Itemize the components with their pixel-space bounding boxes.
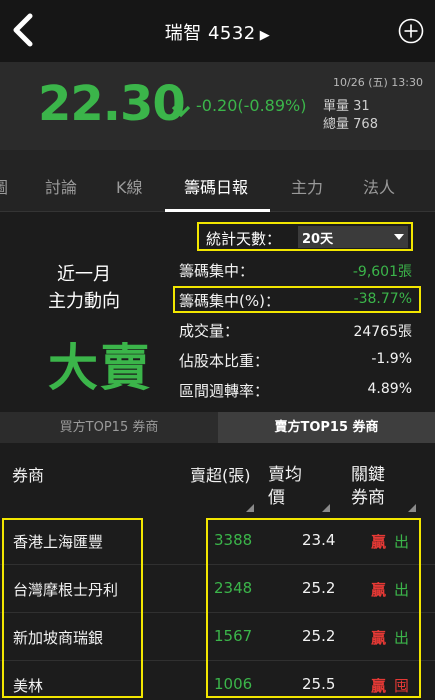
total-volume-value: 768 [353, 117, 378, 132]
tab-institutional[interactable]: 法人 [363, 174, 395, 198]
plus-circle-icon[interactable] [398, 18, 424, 44]
stat-label-concentration-pct: 籌碼集中(%)： [179, 292, 280, 310]
stock-code: 4532 [207, 23, 256, 44]
app-header: 瑞智 4532 ▶ [0, 0, 435, 62]
col-avg-line2[interactable]: 價 [268, 483, 285, 508]
col-key-line1[interactable]: 關鍵 [351, 460, 385, 485]
segment-buy-top15[interactable]: 買方TOP15 券商 [0, 412, 218, 443]
days-dropdown-value[interactable]: 20天 [302, 228, 333, 247]
highlight-box [2, 518, 143, 698]
total-volume: 總量 768 [323, 113, 378, 132]
sort-icon [408, 504, 416, 512]
caret-down-icon[interactable] [394, 234, 404, 240]
stat-label-concentration: 籌碼集中： [179, 262, 255, 280]
tab-bar: 圖 討論 K線 籌碼日報 主力 法人 [0, 150, 435, 212]
stat-value-turnover: 4.89% [367, 381, 412, 397]
quote-datetime: 10/26 (五) 13:30 [333, 76, 423, 89]
table-header: 券商 賣超(張) 賣均 價 關鍵 券商 [0, 443, 435, 515]
stat-label-volume: 成交量： [179, 322, 240, 340]
tab-discussion[interactable]: 討論 [45, 174, 77, 198]
segment-sell-top15[interactable]: 賣方TOP15 券商 [218, 412, 435, 443]
broker-segment: 買方TOP15 券商 賣方TOP15 券商 [0, 412, 435, 443]
stat-value-volume: 24765張 [353, 324, 412, 340]
trend-result: 大賣 [48, 339, 152, 397]
quote-panel: 22.30 -0.20(-0.89%) 10/26 (五) 13:30 單量 3… [0, 62, 435, 150]
trend-line1: 近一月 [57, 264, 111, 285]
tab-main-force[interactable]: 主力 [291, 174, 323, 198]
col-broker: 券商 [12, 466, 45, 485]
unit-volume-value: 31 [353, 99, 370, 114]
sort-icon [322, 504, 330, 512]
tab-chart[interactable]: 圖 [0, 174, 8, 198]
tab-kline[interactable]: K線 [116, 174, 143, 198]
unit-volume-label: 單量 [323, 99, 350, 114]
stat-label-turnover: 區間週轉率： [179, 382, 270, 400]
stat-label-capital-ratio: 佔股本比重： [179, 352, 270, 370]
total-volume-label: 總量 [323, 117, 350, 132]
unit-volume: 單量 31 [323, 95, 370, 114]
chip-stats-panel: 統計天數： 20天 近一月 主力動向 大賣 籌碼集中： -9,601張 籌碼集中… [0, 212, 435, 412]
col-avg-line1[interactable]: 賣均 [268, 460, 302, 485]
tab-chip-daily[interactable]: 籌碼日報 [184, 174, 248, 198]
stat-value-concentration: -9,601張 [352, 264, 412, 280]
price-change: -0.20(-0.89%) [196, 96, 307, 115]
stock-name: 瑞智 [164, 23, 202, 44]
sort-icon [246, 504, 254, 512]
days-label: 統計天數： [206, 230, 282, 248]
col-oversell[interactable]: 賣超(張) [190, 462, 251, 486]
stock-title[interactable]: 瑞智 4532 ▶ [0, 19, 435, 45]
play-icon: ▶ [259, 28, 271, 43]
stat-value-capital-ratio: -1.9% [371, 351, 412, 367]
trend-line2: 主力動向 [48, 291, 120, 312]
highlight-box [206, 518, 421, 698]
col-key-line2[interactable]: 券商 [351, 483, 385, 508]
arrow-down-icon [171, 98, 191, 118]
price: 22.30 [38, 76, 186, 132]
stat-value-concentration-pct: -38.77% [353, 291, 412, 307]
